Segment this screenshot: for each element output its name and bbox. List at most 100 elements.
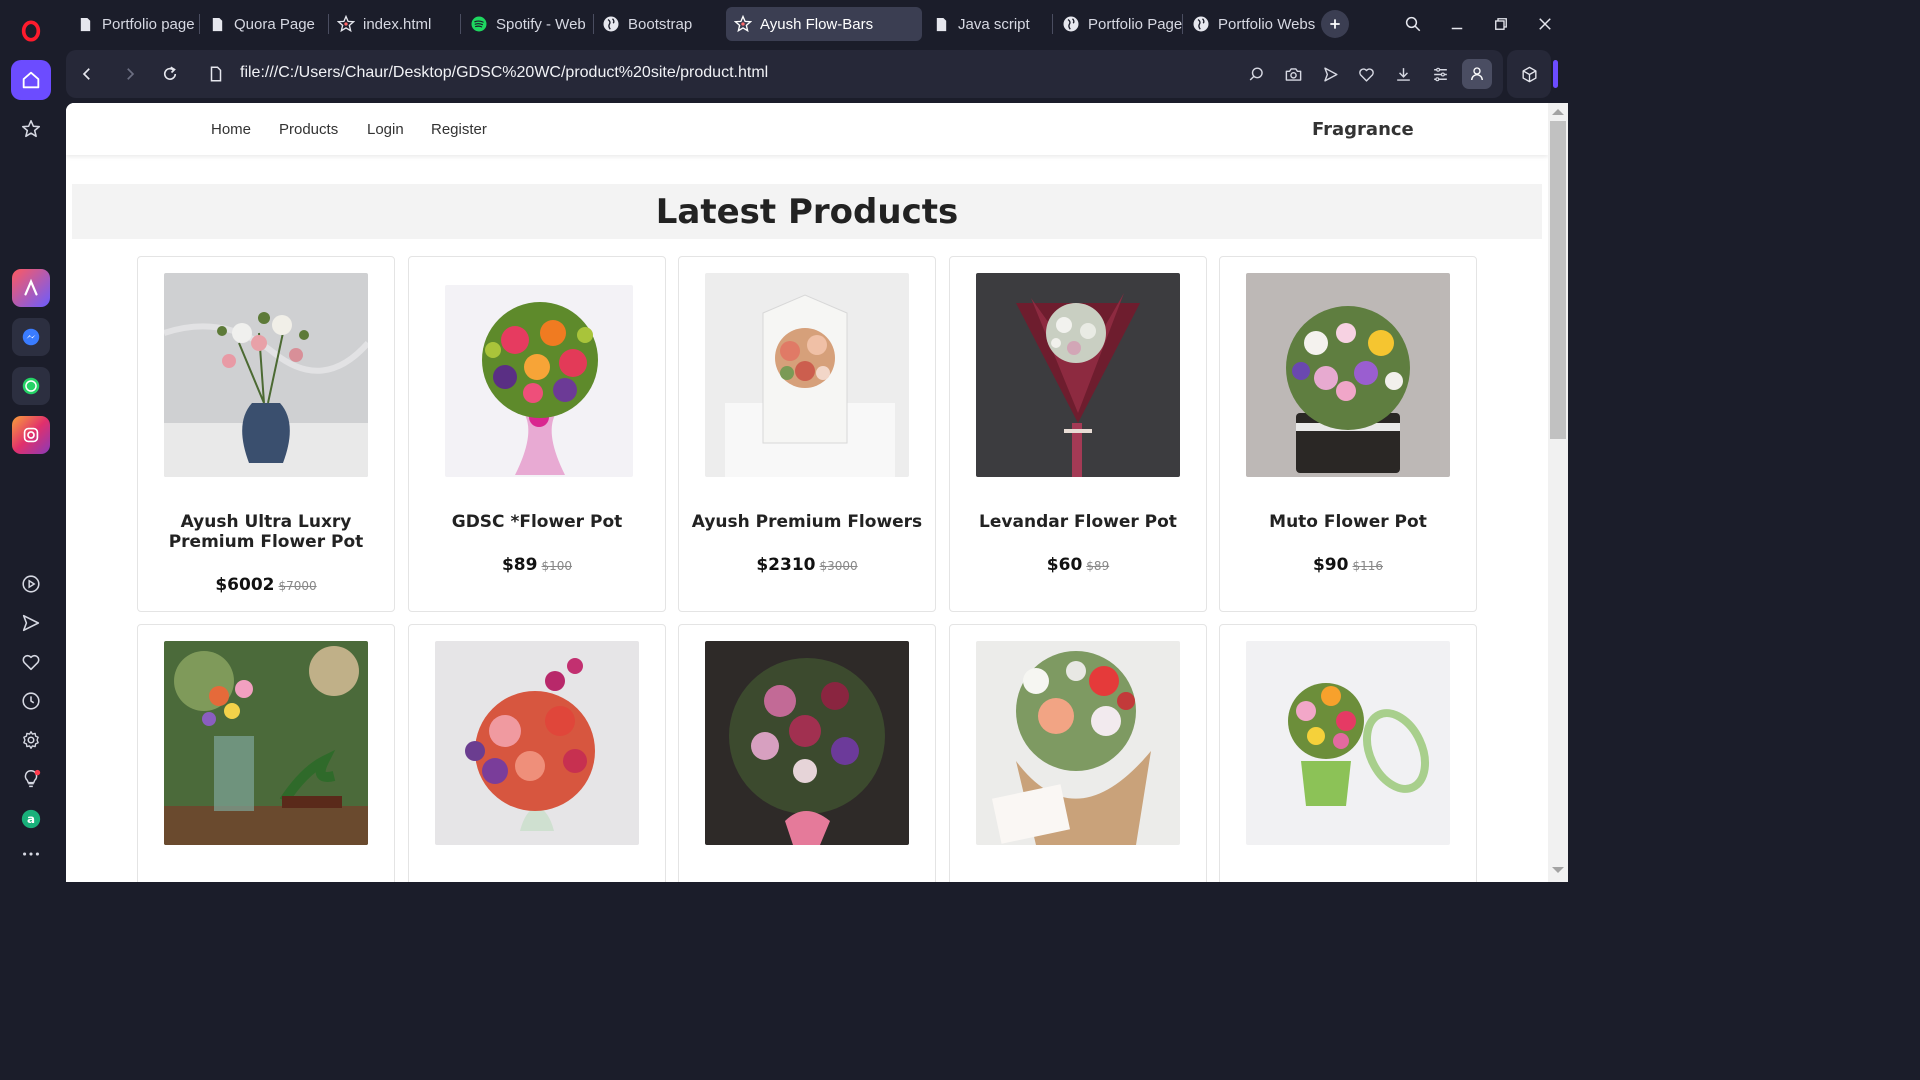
product-card[interactable]: Levandar Flower Pot $60 $89 [949, 256, 1207, 612]
product-title: Muto Flower Pot [1269, 512, 1427, 532]
product-image[interactable] [976, 273, 1180, 477]
product-card[interactable] [949, 624, 1207, 882]
globe-icon [1192, 15, 1210, 33]
reload-icon[interactable] [158, 62, 182, 86]
tab-portfolio-page[interactable]: Portfolio page [68, 7, 204, 41]
address-bar: file:///C:/Users/Chaur/Desktop/GDSC%20WC… [66, 50, 1503, 98]
product-image[interactable] [435, 641, 639, 845]
tab-quora-page[interactable]: Quora Page [200, 7, 332, 41]
page-search-icon[interactable] [1244, 62, 1268, 86]
star-badge-icon [337, 15, 355, 33]
tab-ayush-flow-bars[interactable]: Ayush Flow-Bars [726, 7, 922, 41]
product-card[interactable]: Muto Flower Pot $90 $116 [1219, 256, 1477, 612]
page-title: Latest Products [655, 191, 959, 232]
nav-products-link[interactable]: Products [279, 121, 338, 138]
tab-java-script[interactable]: Java script [924, 7, 1050, 41]
product-image[interactable] [705, 641, 909, 845]
tips-lightbulb-icon[interactable] [11, 759, 51, 799]
product-card[interactable]: GDSC *Flower Pot $89 $100 [408, 256, 666, 612]
minimize-icon[interactable] [1442, 10, 1472, 38]
product-price: $2310 $3000 [679, 555, 935, 575]
new-tab-plus-icon[interactable] [1321, 10, 1349, 38]
product-price: $6002 $7000 [138, 575, 394, 595]
pinboard-icon[interactable] [11, 109, 51, 149]
old-price: $89 [1086, 559, 1110, 573]
current-price: $2310 [756, 555, 816, 575]
player-icon[interactable] [11, 564, 51, 604]
site-brand[interactable]: Fragrance [1312, 119, 1414, 140]
nav-login-link[interactable]: Login [367, 121, 404, 138]
file-page-icon [204, 62, 228, 86]
whatsapp-icon[interactable] [12, 367, 50, 405]
product-card[interactable] [408, 624, 666, 882]
scroll-up-arrow-icon[interactable] [1552, 109, 1564, 115]
tab-spotify[interactable]: Spotify - Web [462, 7, 590, 41]
restore-window-icon[interactable] [1486, 10, 1516, 38]
tab-title: index.html [363, 15, 432, 33]
easy-setup-menu-icon[interactable] [1428, 62, 1452, 86]
product-card[interactable]: Ayush Ultra Luxry Premium Flower Pot $60… [137, 256, 395, 612]
product-card[interactable]: Ayush Premium Flowers $2310 $3000 [678, 256, 936, 612]
nav-register-link[interactable]: Register [431, 121, 487, 138]
tab-portfolio-webs[interactable]: Portfolio Webs [1184, 7, 1320, 41]
tab-title: Portfolio Webs [1218, 15, 1316, 33]
product-card[interactable] [678, 624, 936, 882]
product-image[interactable] [1246, 273, 1450, 477]
url-field[interactable]: file:///C:/Users/Chaur/Desktop/GDSC%20WC… [240, 64, 768, 82]
scroll-down-arrow-icon[interactable] [1552, 867, 1564, 873]
vertical-scrollbar[interactable] [1548, 103, 1568, 882]
profile-avatar-icon[interactable] [1462, 59, 1492, 89]
product-price: $90 $116 [1220, 555, 1476, 575]
settings-gear-icon[interactable] [11, 720, 51, 760]
more-options-icon[interactable] [11, 834, 51, 874]
bookmark-heart-icon[interactable] [1354, 62, 1378, 86]
tab-title: Spotify - Web [496, 15, 586, 33]
product-image[interactable] [164, 641, 368, 845]
tab-portfolio-page-2[interactable]: Portfolio Page [1054, 7, 1182, 41]
history-icon[interactable] [11, 681, 51, 721]
old-price: $3000 [819, 559, 858, 573]
tab-index-html[interactable]: index.html [329, 7, 459, 41]
globe-icon [602, 15, 620, 33]
product-card[interactable] [137, 624, 395, 882]
tab-title: Bootstrap [628, 15, 693, 33]
globe-icon [1062, 15, 1080, 33]
home-icon[interactable] [11, 60, 51, 100]
tab-bootstrap[interactable]: Bootstrap [594, 7, 722, 41]
nav-home-link[interactable]: Home [211, 121, 251, 138]
current-price: $6002 [215, 575, 275, 595]
product-card[interactable] [1219, 624, 1477, 882]
close-window-icon[interactable] [1530, 10, 1560, 38]
section-heading-band: Latest Products [72, 184, 1542, 239]
tab-title: Portfolio Page [1088, 15, 1182, 33]
messenger-icon[interactable] [12, 318, 50, 356]
downloads-icon[interactable] [1391, 62, 1415, 86]
product-price: $60 $89 [950, 555, 1206, 575]
snapshot-camera-icon[interactable] [1281, 62, 1305, 86]
current-price: $90 [1312, 555, 1349, 575]
scrollbar-thumb[interactable] [1550, 121, 1566, 439]
forward-arrow-icon[interactable] [118, 62, 142, 86]
document-icon [76, 15, 94, 33]
amazon-icon[interactable]: a [11, 799, 51, 839]
aria-ai-icon[interactable] [12, 269, 50, 307]
instagram-icon[interactable] [12, 416, 50, 454]
product-image[interactable] [164, 273, 368, 477]
opera-logo-icon[interactable] [11, 11, 51, 51]
search-tabs-icon[interactable] [1398, 10, 1428, 38]
product-title: Ayush Ultra Luxry Premium Flower Pot [168, 512, 364, 552]
heart-icon[interactable] [11, 642, 51, 682]
extensions-cube-icon[interactable] [1507, 50, 1551, 98]
old-price: $100 [541, 559, 573, 573]
page-viewport: Home Products Login Register Fragrance L… [66, 103, 1568, 882]
tab-title: Ayush Flow-Bars [760, 15, 874, 33]
product-image[interactable] [445, 285, 633, 477]
back-arrow-icon[interactable] [75, 62, 99, 86]
product-image[interactable] [976, 641, 1180, 845]
product-image[interactable] [1246, 641, 1450, 845]
product-image[interactable] [705, 273, 909, 477]
send-icon[interactable] [11, 603, 51, 643]
old-price: $7000 [278, 579, 317, 593]
sidebar-accent-indicator [1553, 60, 1558, 88]
send-icon[interactable] [1318, 62, 1342, 86]
